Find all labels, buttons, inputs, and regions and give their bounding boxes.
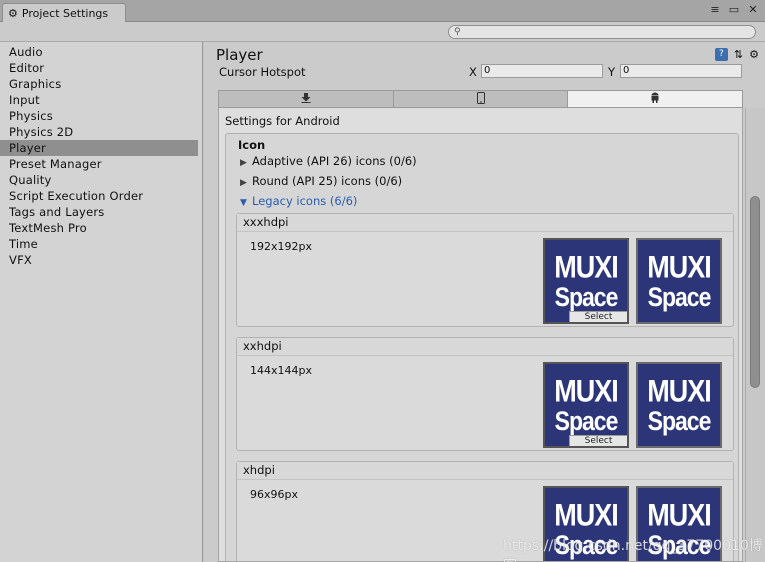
icon-group-xxhdpi: xxhdpi 144x144px MUXI Space Select MUXI … (236, 337, 734, 451)
sidebar-item-physics-2d[interactable]: Physics 2D (0, 124, 198, 140)
triangle-down-icon: ▼ (240, 198, 247, 208)
menu-icon[interactable]: ≡ (709, 4, 721, 16)
icon-thumbnail[interactable]: MUXI Space Select (543, 238, 629, 324)
y-label: Y (608, 65, 616, 79)
sidebar: Audio Editor Graphics Input Physics Phys… (0, 42, 203, 562)
thumb-text-top: MUXI (647, 373, 711, 408)
thumb-text-top: MUXI (554, 373, 618, 408)
phone-icon (476, 91, 485, 107)
icon-section: Icon ▶ Adaptive (API 26) icons (0/6) ▶ Rou… (225, 133, 739, 561)
icon-size-label: 144x144px (250, 364, 312, 377)
window-controls: ≡ ▭ ✕ (709, 4, 759, 16)
tab-standalone[interactable] (219, 91, 394, 107)
foldout-round-icons[interactable]: ▶ Round (API 25) icons (0/6) (240, 174, 402, 188)
sidebar-item-graphics[interactable]: Graphics (0, 76, 198, 92)
sidebar-item-physics[interactable]: Physics (0, 108, 198, 124)
icon-group-xxxhdpi: xxxhdpi 192x192px MUXI Space Select MUXI… (236, 213, 734, 327)
cursor-hotspot-label: Cursor Hotspot (219, 65, 306, 79)
density-label: xxhdpi (237, 338, 733, 356)
thumb-text-top: MUXI (647, 249, 711, 284)
thumb-text-top: MUXI (554, 249, 618, 284)
search-icon: ⚲ (454, 27, 461, 37)
select-button[interactable]: Select (569, 435, 627, 446)
sidebar-item-script-execution-order[interactable]: Script Execution Order (0, 188, 198, 204)
icon-preview: MUXI Space (636, 362, 722, 448)
foldout-label: Round (API 25) icons (0/6) (252, 174, 403, 188)
density-label: xxxhdpi (237, 214, 733, 232)
android-settings-panel: Settings for Android Icon ▶ Adaptive (API… (218, 108, 743, 562)
cursor-hotspot-row: Cursor Hotspot X 0 Y 0 (219, 64, 759, 79)
preset-icon[interactable]: ⇅ (734, 48, 743, 61)
tab-ios[interactable] (393, 91, 569, 107)
triangle-right-icon: ▶ (240, 178, 247, 188)
project-settings-tab[interactable]: ⚙ Project Settings (2, 3, 126, 22)
scrollbar-thumb[interactable] (750, 196, 760, 388)
gear-icon: ⚙ (8, 6, 18, 20)
thumb-text-bottom: Space (554, 281, 619, 312)
thumb-text-top: MUXI (554, 497, 618, 532)
thumb-text-bottom: Space (554, 405, 619, 436)
settings-gear-icon[interactable]: ⚙ (749, 48, 759, 61)
sidebar-item-player[interactable]: Player (0, 140, 198, 156)
cursor-hotspot-x-field[interactable]: 0 (481, 64, 603, 78)
sidebar-item-quality[interactable]: Quality (0, 172, 198, 188)
sidebar-item-time[interactable]: Time (0, 236, 198, 252)
thumb-text-top: MUXI (647, 497, 711, 532)
thumb-text-bottom: Space (647, 405, 712, 436)
search-input[interactable]: ⚲ (448, 25, 756, 39)
foldout-adaptive-icons[interactable]: ▶ Adaptive (API 26) icons (0/6) (240, 154, 417, 168)
settings-for-android-label: Settings for Android (225, 114, 340, 128)
android-icon (650, 92, 660, 106)
x-label: X (469, 65, 477, 79)
vertical-scrollbar[interactable] (745, 108, 765, 562)
search-row: ⚲ (0, 22, 765, 42)
sidebar-item-editor[interactable]: Editor (0, 60, 198, 76)
tab-android[interactable] (568, 91, 743, 107)
density-label: xhdpi (237, 462, 733, 480)
title-bar: ⚙ Project Settings ≡ ▭ ✕ (0, 0, 765, 22)
cursor-hotspot-y-field[interactable]: 0 (620, 64, 742, 78)
maximize-icon[interactable]: ▭ (728, 4, 740, 16)
select-button[interactable]: Select (569, 311, 627, 322)
main-panel: Player ? ⇅ ⚙ Cursor Hotspot X 0 Y 0 Sett… (204, 42, 765, 562)
page-title: Player (216, 46, 263, 64)
triangle-right-icon: ▶ (240, 158, 247, 168)
foldout-label: Adaptive (API 26) icons (0/6) (252, 154, 417, 168)
foldout-legacy-icons[interactable]: ▼ Legacy icons (6/6) (240, 194, 357, 208)
sidebar-item-input[interactable]: Input (0, 92, 198, 108)
sidebar-item-audio[interactable]: Audio (0, 44, 198, 60)
icon-size-label: 96x96px (250, 488, 298, 501)
foldout-label: Legacy icons (6/6) (252, 194, 358, 208)
sidebar-item-vfx[interactable]: VFX (0, 252, 198, 268)
sidebar-item-preset-manager[interactable]: Preset Manager (0, 156, 198, 172)
icon-preview: MUXI Space (636, 238, 722, 324)
platform-tabs (218, 90, 743, 108)
download-icon (301, 92, 311, 106)
thumb-text-bottom: Space (647, 281, 712, 312)
close-icon[interactable]: ✕ (747, 4, 759, 16)
icon-section-title: Icon (238, 138, 266, 152)
icon-size-label: 192x192px (250, 240, 312, 253)
sidebar-item-tags-and-layers[interactable]: Tags and Layers (0, 204, 198, 220)
help-icon[interactable]: ? (714, 48, 728, 61)
header-icons: ? ⇅ ⚙ (714, 48, 759, 61)
watermark: https://blog.csdn.net/qq_37700010博客 (503, 538, 763, 562)
icon-thumbnail[interactable]: MUXI Space Select (543, 362, 629, 448)
tab-title: Project Settings (21, 6, 109, 20)
sidebar-item-textmesh-pro[interactable]: TextMesh Pro (0, 220, 198, 236)
